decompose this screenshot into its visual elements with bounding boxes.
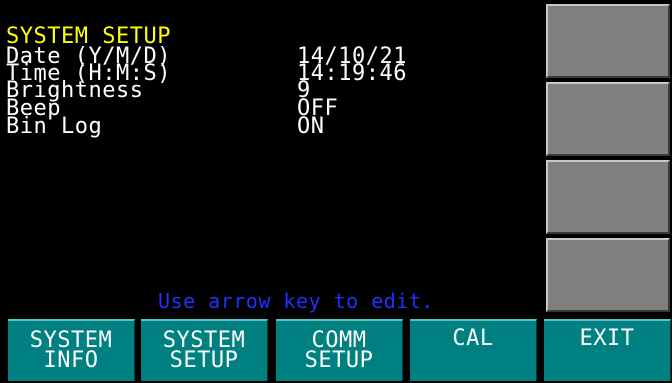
softkey-exit-label: EXIT (579, 326, 635, 351)
edit-hint: Use arrow key to edit. (158, 289, 434, 313)
softkey-system-info-line2: INFO (43, 348, 99, 373)
side-button-3[interactable] (546, 160, 670, 234)
side-button-4[interactable] (546, 238, 670, 312)
softkey-comm-setup[interactable]: COMM SETUP (276, 319, 403, 381)
softkey-system-setup[interactable]: SYSTEM SETUP (141, 319, 268, 381)
system-setup-screen: SYSTEM SETUP Date (Y/M/D) 14/10/21 Time … (0, 0, 542, 312)
side-button-2[interactable] (546, 82, 670, 156)
softkey-exit[interactable]: EXIT (544, 319, 671, 381)
softkey-comm-setup-line2: SETUP (304, 348, 374, 373)
setting-value-time: 14:19:46 (297, 61, 407, 86)
softkey-system-info[interactable]: SYSTEM INFO (8, 319, 135, 381)
side-button-1[interactable] (546, 4, 670, 78)
softkey-system-setup-line2: SETUP (169, 348, 239, 373)
softkey-cal[interactable]: CAL (410, 319, 537, 381)
softkey-cal-label: CAL (452, 326, 494, 351)
setting-label-bin-log: Bin Log (6, 114, 103, 139)
setting-value-bin-log: ON (297, 114, 325, 139)
